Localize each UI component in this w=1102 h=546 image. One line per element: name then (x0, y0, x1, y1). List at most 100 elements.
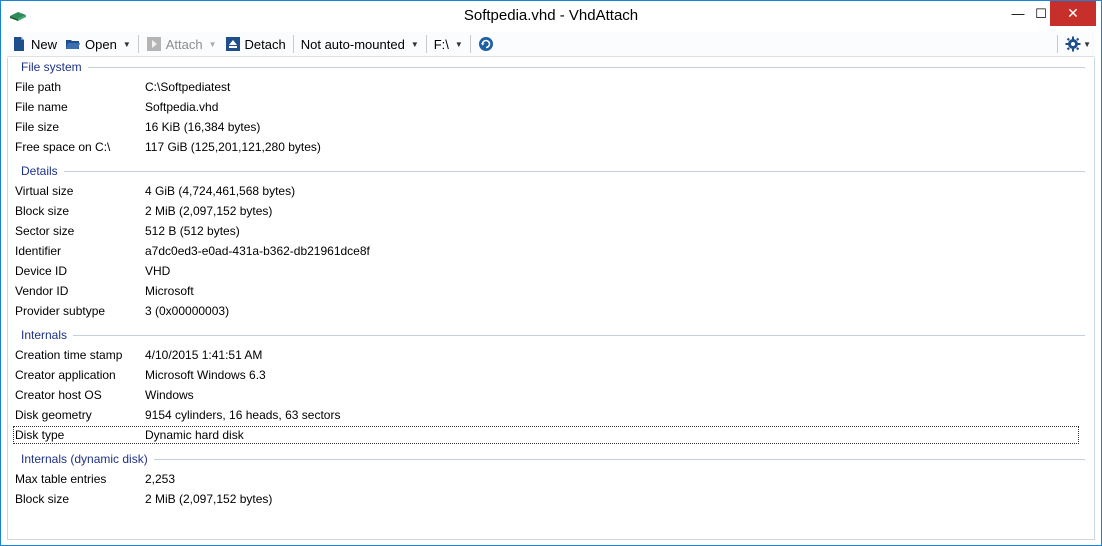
property-label: File path (15, 80, 62, 94)
property-row-identifier[interactable]: Identifier a7dc0ed3-e0ad-431a-b362-db219… (15, 242, 1079, 260)
property-label: Disk geometry (15, 408, 92, 422)
property-value: VHD (145, 264, 171, 278)
automount-dropdown-arrow-icon[interactable]: ▼ (411, 40, 419, 49)
property-label: Creator host OS (15, 388, 102, 402)
detach-button-label: Detach (244, 36, 286, 52)
group-header-internals-dynamic: Internals (dynamic disk) (21, 451, 1085, 467)
drive-letter-label: F:\ (433, 36, 449, 52)
property-value: Microsoft (145, 284, 194, 298)
drive-dropdown-arrow-icon[interactable]: ▼ (455, 40, 463, 49)
property-value: 3 (0x00000003) (145, 304, 230, 318)
group-title: Internals (21, 328, 68, 342)
property-label: Max table entries (15, 472, 107, 486)
toolbar-separator (469, 35, 471, 53)
detach-button[interactable]: Detach (221, 33, 290, 55)
property-value: 512 B (512 bytes) (145, 224, 240, 238)
group-divider (63, 170, 1085, 172)
property-row-file-path[interactable]: File path C:\Softpediatest (15, 78, 1079, 96)
property-label: Creator application (15, 368, 116, 382)
property-row-block-size[interactable]: Block size 2 MiB (2,097,152 bytes) (15, 202, 1079, 220)
property-row-disk-geometry[interactable]: Disk geometry 9154 cylinders, 16 heads, … (15, 406, 1079, 424)
drive-letter-dropdown[interactable]: F:\ ▼ (430, 33, 467, 55)
property-row-free-space[interactable]: Free space on C:\ 117 GiB (125,201,121,2… (15, 138, 1079, 156)
property-label: Sector size (15, 224, 75, 238)
attach-icon (146, 37, 161, 51)
maximize-button[interactable]: ☐ (1032, 1, 1050, 26)
automount-dropdown[interactable]: Not auto-mounted ▼ (297, 33, 423, 55)
property-row-file-name[interactable]: File name Softpedia.vhd (15, 98, 1079, 116)
gear-icon (1065, 36, 1081, 52)
property-value: 4/10/2015 1:41:51 AM (145, 348, 263, 362)
property-value: 2,253 (145, 472, 176, 486)
property-row-disk-type[interactable]: Disk type Dynamic hard disk (13, 426, 1079, 444)
property-row-max-table-entries[interactable]: Max table entries 2,253 (15, 470, 1079, 488)
property-value: Microsoft Windows 6.3 (145, 368, 266, 382)
open-button-label: Open (85, 36, 117, 52)
window-title: Softpedia.vhd - VhdAttach (463, 7, 639, 24)
group-title: Internals (dynamic disk) (21, 452, 148, 466)
group-header-file-system: File system (21, 59, 1085, 75)
property-label: Identifier (15, 244, 62, 258)
toolbar-separator (137, 35, 139, 53)
open-button[interactable]: Open ▼ (61, 33, 135, 55)
property-row-file-size[interactable]: File size 16 KiB (16,384 bytes) (15, 118, 1079, 136)
property-value: Dynamic hard disk (145, 428, 244, 442)
property-value: C:\Softpediatest (145, 80, 231, 94)
property-row-device-id[interactable]: Device ID VHD (15, 262, 1079, 280)
property-label: Block size (15, 492, 70, 506)
property-value: 4 GiB (4,724,461,568 bytes) (145, 184, 296, 198)
property-label: Vendor ID (15, 284, 69, 298)
title-bar[interactable]: Softpedia.vhd - VhdAttach — ☐ ✕ (1, 1, 1101, 32)
toolbar: New Open ▼ Attach ▼ Detach Not auto-moun… (7, 32, 1095, 57)
property-row-creator-application[interactable]: Creator application Microsoft Windows 6.… (15, 366, 1079, 384)
attach-dropdown-arrow-icon[interactable]: ▼ (209, 40, 217, 49)
group-divider (153, 458, 1085, 460)
property-value: Softpedia.vhd (145, 100, 219, 114)
new-button-label: New (31, 36, 58, 52)
detach-icon (225, 37, 240, 51)
toolbar-separator (1057, 35, 1059, 53)
property-value: Windows (145, 388, 194, 402)
group-divider (73, 334, 1085, 336)
properties-list[interactable]: File system File path C:\Softpediatest F… (7, 58, 1095, 540)
settings-button[interactable]: ▼ (1061, 33, 1095, 55)
property-label: Block size (15, 204, 70, 218)
property-row-provider-subtype[interactable]: Provider subtype 3 (0x00000003) (15, 302, 1079, 320)
property-label: Disk type (15, 428, 65, 442)
property-row-sector-size[interactable]: Sector size 512 B (512 bytes) (15, 222, 1079, 240)
automount-label: Not auto-mounted (300, 36, 405, 52)
minimize-button[interactable]: — (1004, 1, 1032, 26)
group-title: File system (21, 60, 82, 74)
refresh-icon (478, 37, 493, 51)
property-value: 16 KiB (16,384 bytes) (145, 120, 261, 134)
refresh-button[interactable] (474, 33, 498, 55)
property-label: Free space on C:\ (15, 140, 111, 154)
close-button[interactable]: ✕ (1050, 1, 1096, 26)
property-row-virtual-size[interactable]: Virtual size 4 GiB (4,724,461,568 bytes) (15, 182, 1079, 200)
property-row-creation-time[interactable]: Creation time stamp 4/10/2015 1:41:51 AM (15, 346, 1079, 364)
attach-button-label: Attach (165, 36, 203, 52)
property-label: Provider subtype (15, 304, 106, 318)
folder-open-icon (66, 40, 81, 49)
group-divider (87, 66, 1085, 68)
group-header-details: Details (21, 163, 1085, 179)
attach-button[interactable]: Attach ▼ (142, 33, 221, 55)
property-row-vendor-id[interactable]: Vendor ID Microsoft (15, 282, 1079, 300)
property-value: a7dc0ed3-e0ad-431a-b362-db21961dce8f (145, 244, 370, 258)
new-file-icon (14, 37, 24, 51)
property-value: 2 MiB (2,097,152 bytes) (145, 492, 273, 506)
toolbar-separator (425, 35, 427, 53)
settings-dropdown-arrow-icon[interactable]: ▼ (1083, 40, 1091, 49)
group-title: Details (21, 164, 58, 178)
property-row-dynamic-block-size[interactable]: Block size 2 MiB (2,097,152 bytes) (15, 490, 1079, 508)
property-label: Creation time stamp (15, 348, 123, 362)
property-row-creator-host-os[interactable]: Creator host OS Windows (15, 386, 1079, 404)
property-value: 2 MiB (2,097,152 bytes) (145, 204, 273, 218)
property-label: Device ID (15, 264, 68, 278)
app-window: Softpedia.vhd - VhdAttach — ☐ ✕ New Open… (0, 0, 1102, 546)
open-dropdown-arrow-icon[interactable]: ▼ (123, 40, 131, 49)
property-label: File name (15, 100, 68, 114)
property-label: File size (15, 120, 60, 134)
new-button[interactable]: New (7, 33, 61, 55)
property-label: Virtual size (15, 184, 74, 198)
